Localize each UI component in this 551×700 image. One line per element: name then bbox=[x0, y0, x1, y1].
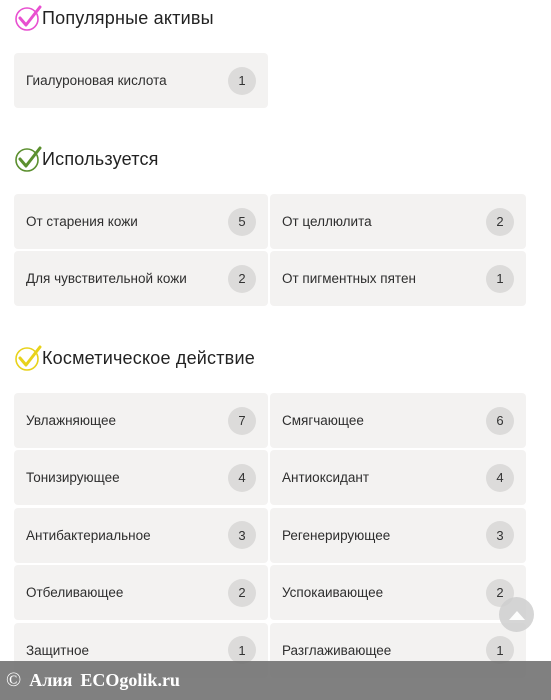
tag-tile[interactable]: От целлюлита 2 bbox=[270, 194, 526, 249]
tag-grid: Увлажняющее 7 Смягчающее 6 Тонизирующее … bbox=[14, 393, 526, 680]
tag-label: Успокаивающее bbox=[282, 585, 384, 601]
tag-tile[interactable]: Регенерирующее 3 bbox=[270, 507, 526, 563]
check-icon bbox=[15, 146, 42, 172]
check-icon bbox=[15, 345, 42, 371]
section-title: Косметическое действие bbox=[14, 344, 526, 372]
count-badge: 4 bbox=[486, 463, 514, 492]
section-used-for: Используется От старения кожи 5 От целлю… bbox=[14, 145, 526, 309]
tag-label: Разглаживающее bbox=[282, 642, 392, 658]
tag-tile[interactable]: Отбеливающее 2 bbox=[14, 565, 268, 621]
scroll-to-top-button[interactable] bbox=[499, 597, 534, 632]
copyright-symbol: © bbox=[6, 669, 22, 691]
count-badge: 1 bbox=[486, 264, 514, 293]
section-title-text: Используется bbox=[42, 148, 159, 169]
count-badge: 2 bbox=[486, 207, 514, 236]
watermark-site: ECOgolik.ru bbox=[80, 670, 180, 690]
tag-label: Увлажняющее bbox=[26, 413, 116, 428]
tag-label: Гиалуроновая кислота bbox=[26, 73, 167, 88]
watermark-author: Алия bbox=[29, 670, 73, 690]
tag-label: От старения кожи bbox=[26, 214, 138, 229]
count-badge: 4 bbox=[228, 463, 256, 492]
arrow-up-icon bbox=[508, 610, 525, 620]
count-badge: 1 bbox=[228, 636, 256, 665]
tag-label: Антиоксидант bbox=[282, 470, 370, 486]
tag-tile[interactable]: Тонизирующее 4 bbox=[14, 450, 268, 506]
tag-label: Для чувствительной кожи bbox=[26, 271, 187, 287]
tag-grid: Гиалуроновая кислота 1 bbox=[14, 53, 526, 110]
section-title: Популярные активы bbox=[14, 4, 526, 32]
tag-tile[interactable]: Успокаивающее 2 bbox=[270, 565, 526, 621]
count-badge: 3 bbox=[486, 521, 514, 550]
section-cosmetic-action: Косметическое действие Увлажняющее 7 Смя… bbox=[14, 344, 526, 680]
count-badge: 3 bbox=[228, 521, 256, 550]
tag-tile[interactable]: От пигментных пятен 1 bbox=[270, 251, 526, 307]
count-badge: 2 bbox=[228, 578, 256, 607]
tag-tile[interactable]: Антибактериальное 3 bbox=[14, 507, 268, 563]
count-badge: 1 bbox=[228, 66, 256, 95]
tag-tile[interactable]: Гиалуроновая кислота 1 bbox=[14, 53, 268, 108]
check-icon bbox=[15, 5, 42, 31]
tag-label: Защитное bbox=[26, 642, 89, 658]
tag-tile[interactable]: Увлажняющее 7 bbox=[14, 393, 268, 448]
tag-label: От целлюлита bbox=[282, 214, 372, 229]
tag-label: От пигментных пятен bbox=[282, 271, 416, 287]
tag-label: Смягчающее bbox=[282, 413, 364, 428]
tag-grid: От старения кожи 5 От целлюлита 2 Для чу… bbox=[14, 194, 526, 309]
watermark-band: © Алия ECOgolik.ru bbox=[0, 661, 551, 700]
tag-tile[interactable]: Смягчающее 6 bbox=[270, 393, 526, 448]
section-title-text: Популярные активы bbox=[42, 7, 214, 28]
tag-tile[interactable]: Антиоксидант 4 bbox=[270, 450, 526, 506]
section-title: Используется bbox=[14, 145, 526, 173]
count-badge: 6 bbox=[486, 406, 514, 435]
tag-label: Отбеливающее bbox=[26, 585, 124, 601]
tag-label: Регенерирующее bbox=[282, 527, 391, 543]
count-badge: 2 bbox=[228, 264, 256, 293]
tag-tile[interactable]: Для чувствительной кожи 2 bbox=[14, 251, 268, 307]
tag-tile[interactable]: От старения кожи 5 bbox=[14, 194, 268, 249]
count-badge: 5 bbox=[228, 207, 256, 236]
count-badge: 7 bbox=[228, 406, 256, 435]
count-badge: 1 bbox=[486, 636, 514, 665]
section-popular-actives: Популярные активы Гиалуроновая кислота 1 bbox=[14, 4, 526, 110]
section-title-text: Косметическое действие bbox=[42, 347, 255, 368]
tag-label: Антибактериальное bbox=[26, 527, 151, 543]
tag-label: Тонизирующее bbox=[26, 470, 120, 486]
